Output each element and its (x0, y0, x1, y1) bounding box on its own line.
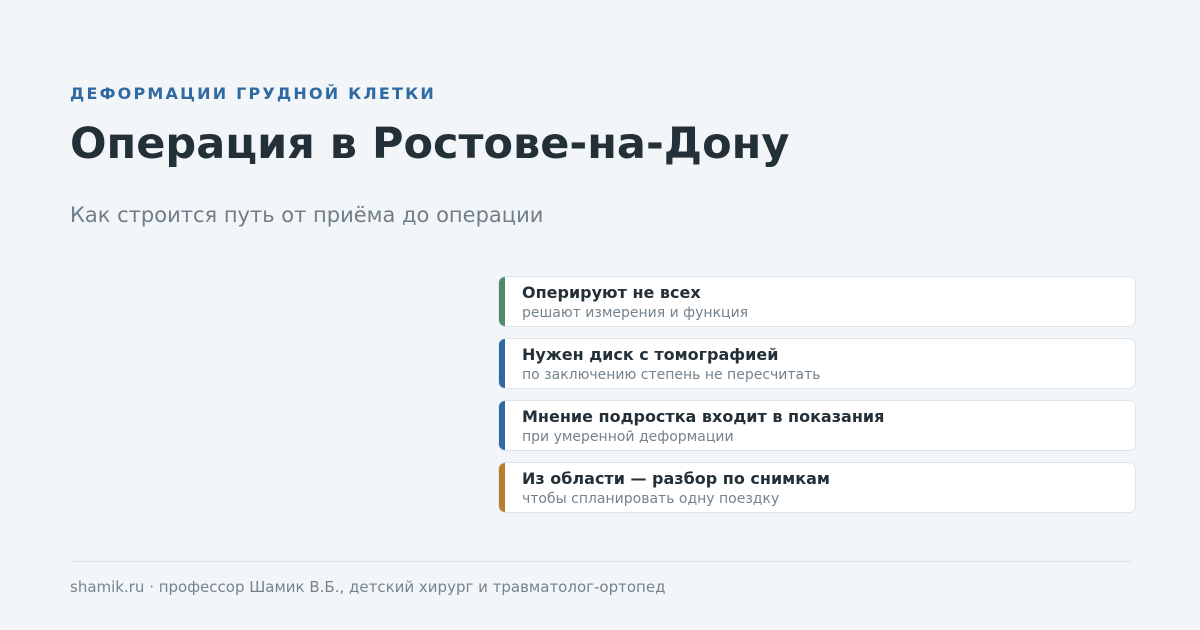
cards-list: Оперируют не всех решают измерения и фун… (498, 276, 1136, 524)
card-item: Оперируют не всех решают измерения и фун… (498, 276, 1136, 327)
card-title: Из области — разбор по снимкам (522, 469, 830, 488)
page: ДЕФОРМАЦИИ ГРУДНОЙ КЛЕТКИ Операция в Рос… (0, 0, 1200, 630)
card-title: Нужен диск с томографией (522, 345, 779, 364)
card-item: Мнение подростка входит в показания при … (498, 400, 1136, 451)
card-subtitle: решают измерения и функция (522, 305, 749, 321)
card-accent-bar (499, 401, 505, 450)
page-title: Операция в Ростове-на-Дону (70, 119, 790, 169)
card-item: Нужен диск с томографией по заключению с… (498, 338, 1136, 389)
card-subtitle: по заключению степень не пересчитать (522, 367, 821, 383)
card-accent-bar (499, 339, 505, 388)
card-subtitle: чтобы спланировать одну поездку (522, 491, 780, 507)
card-item: Из области — разбор по снимкам чтобы спл… (498, 462, 1136, 513)
card-subtitle: при умеренной деформации (522, 429, 734, 445)
card-accent-bar (499, 463, 505, 512)
page-subtitle: Как строится путь от приёма до операции (70, 203, 544, 227)
footer-divider (70, 561, 1131, 562)
card-accent-bar (499, 277, 505, 326)
footer-text: shamik.ru · профессор Шамик В.Б., детски… (70, 578, 666, 596)
card-title: Оперируют не всех (522, 283, 701, 302)
card-title: Мнение подростка входит в показания (522, 407, 885, 426)
eyebrow-label: ДЕФОРМАЦИИ ГРУДНОЙ КЛЕТКИ (70, 84, 437, 103)
